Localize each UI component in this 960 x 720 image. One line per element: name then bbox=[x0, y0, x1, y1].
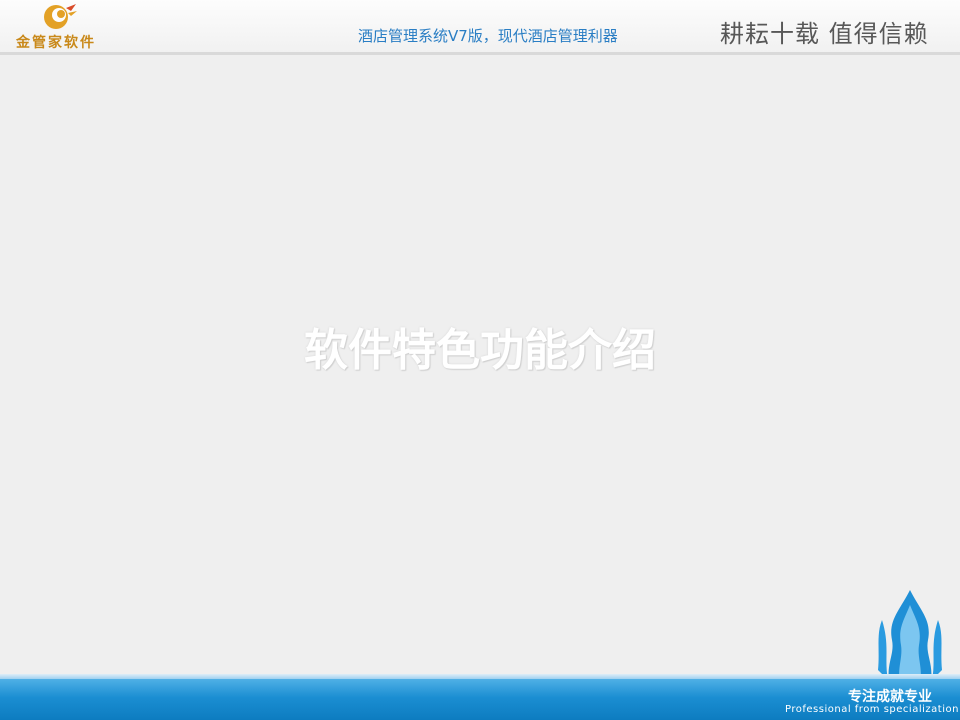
header-bar: 金管家软件 酒店管理系统V7版，现代酒店管理利器 耕耘十载 值得信赖 bbox=[0, 0, 960, 55]
logo-swirl-icon bbox=[44, 4, 77, 29]
header-tagline: 酒店管理系统V7版，现代酒店管理利器 bbox=[358, 27, 618, 45]
slide-title: 软件特色功能介绍 bbox=[304, 325, 656, 376]
header-slogan: 耕耘十载 值得信赖 bbox=[720, 20, 929, 48]
company-logo: 金管家软件 bbox=[10, 2, 120, 52]
logo-text: 金管家软件 bbox=[16, 35, 96, 51]
footer-slogan-en: Professional from specialization bbox=[785, 704, 959, 715]
footer-slogan-cn: 专注成就专业 bbox=[848, 689, 932, 705]
